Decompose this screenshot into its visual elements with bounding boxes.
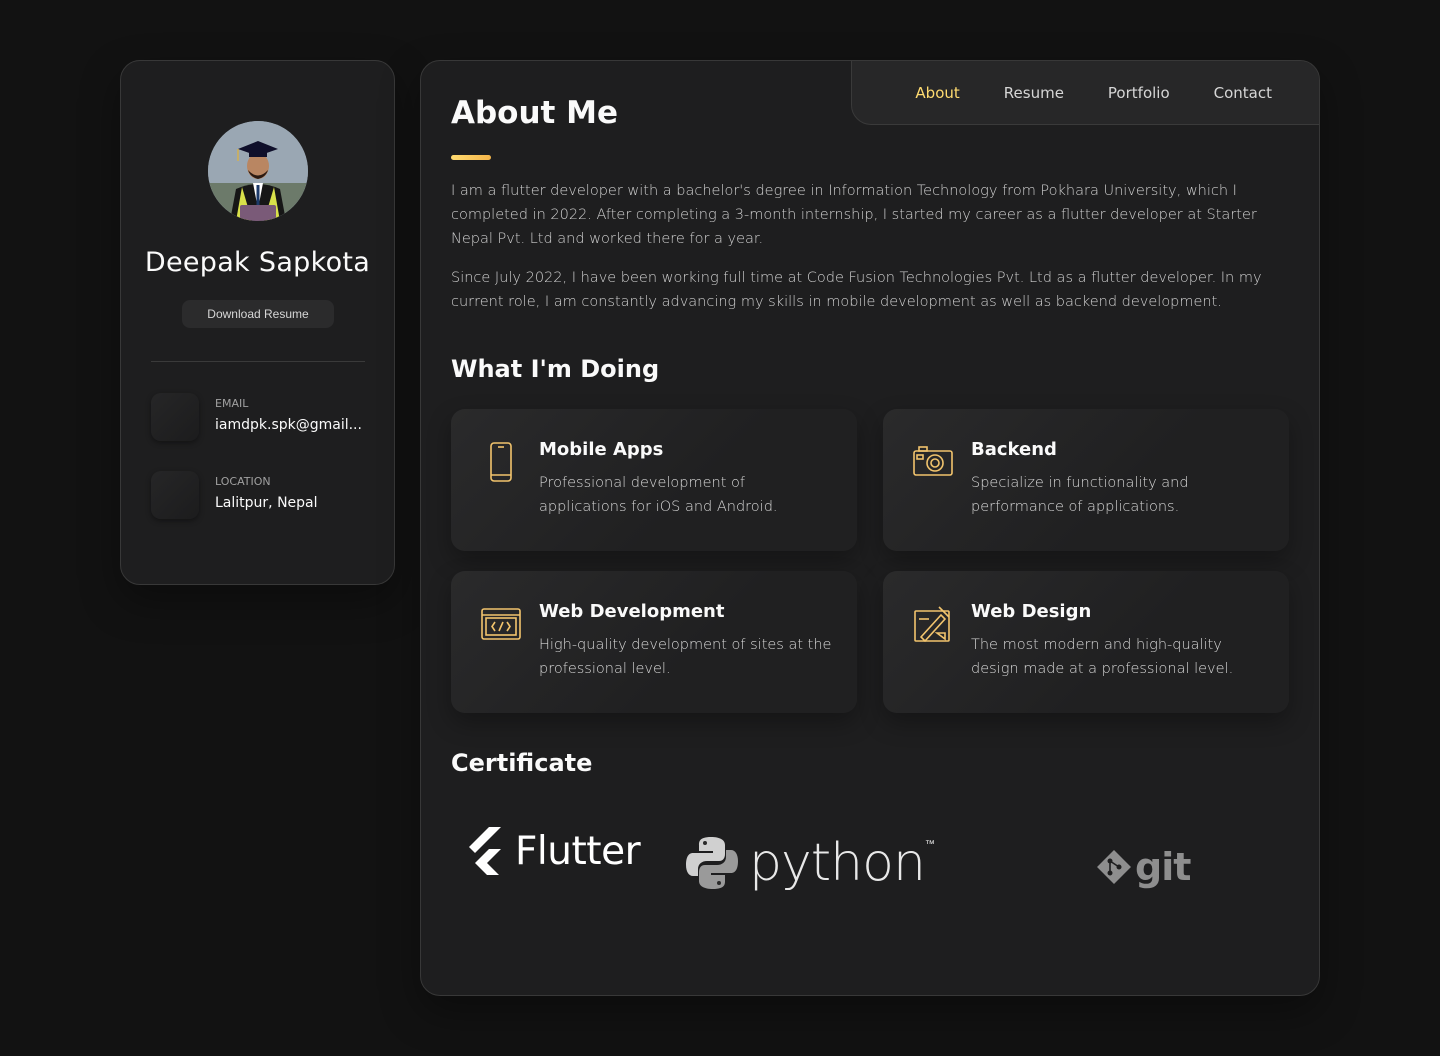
flutter-logo-icon (469, 827, 501, 875)
nav-about[interactable]: About (915, 84, 959, 102)
trademark: ™ (924, 839, 935, 850)
navbar: About Resume Portfolio Contact (851, 61, 1319, 125)
nav-portfolio[interactable]: Portfolio (1108, 84, 1170, 102)
separator (151, 361, 365, 362)
service-card-web-design: Web Design The most modern and high-qual… (883, 571, 1289, 713)
certificate-name: python™ (749, 833, 935, 893)
page-title: About Me (451, 95, 619, 131)
service-text: The most modern and high-quality design … (971, 637, 1234, 677)
service-text: High-quality development of sites at the… (539, 637, 832, 677)
certificate-git[interactable]: git (1095, 845, 1191, 889)
email-link[interactable]: iamdpk.spk@gmail... (215, 417, 365, 433)
download-resume-button[interactable]: Download Resume (182, 300, 334, 328)
python-logo-icon (686, 837, 738, 889)
avatar (208, 121, 308, 221)
nav-contact[interactable]: Contact (1214, 84, 1272, 102)
service-text: Specialize in functionality and performa… (971, 475, 1189, 515)
service-text: Professional development of applications… (539, 475, 778, 515)
git-logo-icon (1097, 850, 1131, 884)
service-card-mobile-apps: Mobile Apps Professional development of … (451, 409, 857, 551)
service-card-web-development: Web Development High-quality development… (451, 571, 857, 713)
certificate-title: Certificate (451, 749, 593, 777)
title-underline (451, 155, 491, 160)
service-title: Web Development (539, 601, 725, 622)
certificate-flutter[interactable]: Flutter (465, 827, 641, 875)
service-card-backend: Backend Specialize in functionality and … (883, 409, 1289, 551)
avatar-image (208, 121, 308, 221)
contact-title: EMAIL (215, 397, 249, 410)
contact-location: LOCATION Lalitpur, Nepal (151, 471, 366, 521)
service-title: Mobile Apps (539, 439, 664, 460)
service-title: Backend (971, 439, 1057, 460)
mobile-phone-icon (479, 441, 523, 485)
email-icon (151, 393, 199, 441)
location-value: Lalitpur, Nepal (215, 495, 318, 511)
profile-name: Deepak Sapkota (144, 247, 371, 278)
code-window-icon (479, 603, 523, 647)
contact-email: EMAIL iamdpk.spk@gmail... (151, 393, 366, 443)
certificate-name: Flutter (515, 828, 641, 874)
about-paragraph: Since July 2022, I have been working ful… (451, 270, 1262, 310)
contact-title: LOCATION (215, 475, 271, 488)
certificate-python[interactable]: python™ (685, 833, 935, 893)
nav-resume[interactable]: Resume (1004, 84, 1064, 102)
location-icon (151, 471, 199, 519)
certificate-name: git (1135, 845, 1191, 889)
design-tools-icon (911, 603, 955, 647)
service-title: Web Design (971, 601, 1092, 622)
main-content: About Resume Portfolio Contact About Me … (420, 60, 1320, 996)
services-title: What I'm Doing (451, 355, 660, 383)
sidebar: Deepak Sapkota Download Resume EMAIL iam… (120, 60, 395, 585)
camera-icon (911, 441, 955, 485)
about-paragraph: I am a flutter developer with a bachelor… (451, 183, 1257, 247)
